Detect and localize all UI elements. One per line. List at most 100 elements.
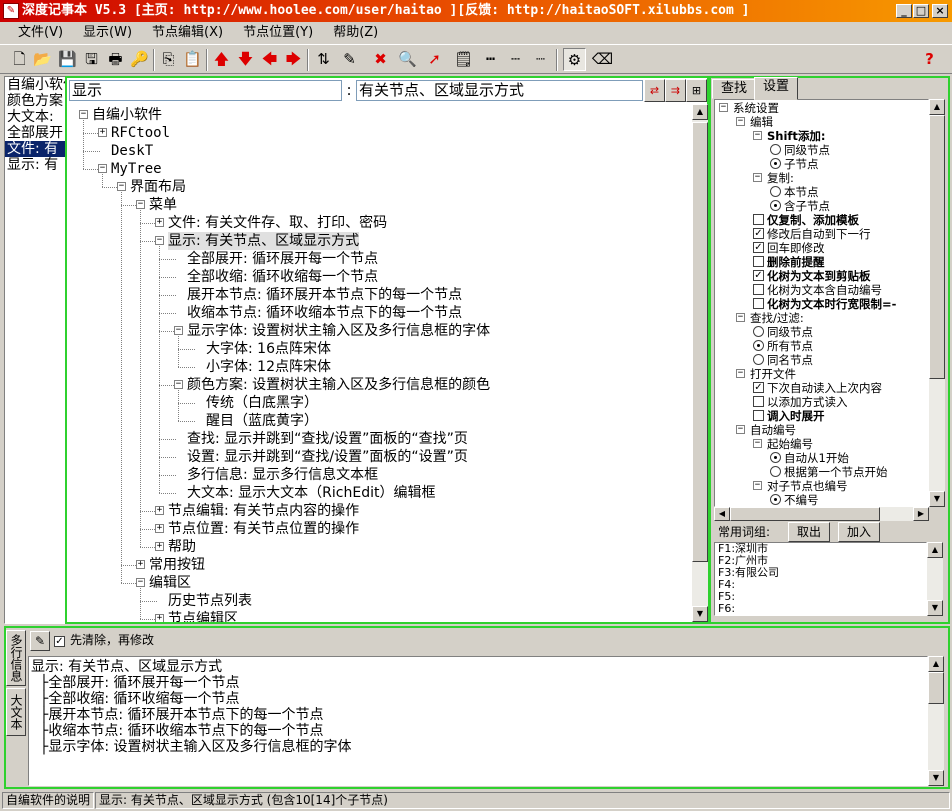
minimize-button[interactable]: _: [896, 4, 912, 18]
tree-node[interactable]: 编辑区: [149, 574, 191, 592]
tree-node[interactable]: 传统（白底黑字）: [206, 394, 318, 412]
scroll-thumb[interactable]: [730, 507, 880, 521]
setting-radio[interactable]: [770, 200, 781, 211]
paste-node-icon[interactable]: 📋: [181, 48, 204, 71]
tree-node[interactable]: RFCtool: [111, 124, 170, 142]
setting-checkbox[interactable]: ✓: [753, 228, 764, 239]
scroll-down-icon[interactable]: ▼: [929, 491, 945, 507]
collapse-icon[interactable]: −: [98, 164, 107, 173]
collapse-icon[interactable]: −: [719, 103, 728, 112]
setting-radio[interactable]: [770, 494, 781, 505]
collapse-icon[interactable]: −: [753, 481, 762, 490]
collapse-icon[interactable]: −: [117, 182, 126, 191]
collapse-icon[interactable]: −: [174, 326, 183, 335]
tree-node[interactable]: 节点编辑: 有关节点内容的操作: [168, 502, 359, 520]
tree-node[interactable]: 节点位置: 有关节点位置的操作: [168, 520, 359, 538]
tree-node[interactable]: 小字体: 12点阵宋体: [206, 358, 331, 376]
tab-settings[interactable]: 设置: [754, 77, 799, 100]
collapse-icon[interactable]: −: [155, 236, 164, 245]
phrases-scrollbar[interactable]: ▲ ▼: [927, 542, 943, 616]
expand-icon[interactable]: +: [98, 128, 107, 137]
setting-checkbox[interactable]: ✓: [753, 382, 764, 393]
tree-node[interactable]: 颜色方案: 设置树状主输入区及多行信息框的颜色: [187, 376, 490, 394]
maximize-button[interactable]: □: [913, 4, 929, 18]
history-item[interactable]: 大文本:: [5, 109, 66, 125]
apply-edit-icon[interactable]: ✎: [30, 631, 50, 651]
collapse-icon[interactable]: −: [736, 425, 745, 434]
menu-file[interactable]: 文件(V): [8, 23, 73, 43]
phrase-item[interactable]: F4:: [718, 579, 926, 591]
setting-checkbox[interactable]: [753, 298, 764, 309]
move-right-icon[interactable]: 🡆: [282, 48, 305, 71]
tree-node[interactable]: 设置: 显示并跳到“查找/设置”面板的“设置”页: [187, 448, 468, 466]
setting-checkbox[interactable]: [753, 284, 764, 295]
tree-node[interactable]: 常用按钮: [149, 556, 205, 574]
help-icon[interactable]: ?: [918, 48, 941, 71]
tree-node[interactable]: 大文本: 显示大文本（RichEdit）编辑框: [187, 484, 435, 502]
add-child-icon[interactable]: ⇉: [665, 79, 686, 102]
tree-node[interactable]: 自编小软件: [92, 106, 162, 124]
phrase-item[interactable]: F5:: [718, 591, 926, 603]
close-button[interactable]: ×: [932, 4, 948, 18]
clear-first-checkbox[interactable]: ✓: [54, 636, 65, 647]
multiline-info-text[interactable]: 显示: 有关节点、区域显示方式 ├全部展开: 循环展开每一个节点 ├全部收缩: …: [28, 656, 928, 786]
collapse-icon[interactable]: −: [736, 313, 745, 322]
setting-checkbox[interactable]: [753, 396, 764, 407]
app-icon[interactable]: ✎: [3, 3, 19, 19]
tree-node[interactable]: 节点编辑区: [168, 610, 238, 622]
expand-icon[interactable]: +: [155, 542, 164, 551]
history-item[interactable]: 全部展开: [5, 125, 66, 141]
setting-radio[interactable]: [770, 186, 781, 197]
scroll-down-icon[interactable]: ▼: [928, 770, 944, 786]
collapse-icon[interactable]: −: [136, 578, 145, 587]
move-down-icon[interactable]: 🡇: [234, 48, 257, 71]
setting-radio[interactable]: [753, 340, 764, 351]
expand-icon[interactable]: +: [155, 614, 164, 622]
save-icon[interactable]: 💾: [56, 48, 79, 71]
history-item[interactable]: 颜色方案: [5, 93, 66, 109]
tree-node[interactable]: 多行信息: 显示多行信息文本框: [187, 466, 378, 484]
take-phrase-button[interactable]: 取出: [788, 522, 831, 542]
menu-node-edit[interactable]: 节点编辑(X): [142, 23, 233, 43]
setting-checkbox[interactable]: ✓: [753, 270, 764, 281]
expand-icon[interactable]: +: [155, 506, 164, 515]
collapse-icon[interactable]: −: [736, 369, 745, 378]
setting-checkbox[interactable]: ✓: [753, 242, 764, 253]
add-phrase-button[interactable]: 加入: [838, 522, 881, 542]
settings-scrollbar[interactable]: ▲ ▼: [929, 99, 945, 507]
setting-radio[interactable]: [770, 144, 781, 155]
tree-node[interactable]: 收缩本节点: 循环收缩本节点下的每一个节点: [187, 304, 462, 322]
expand-icon[interactable]: +: [155, 218, 164, 227]
tree-node[interactable]: 历史节点列表: [168, 592, 252, 610]
line-style-1-icon[interactable]: ┅: [479, 48, 502, 71]
print-icon[interactable]: 🖶: [104, 48, 127, 71]
tree-settings-icon[interactable]: ⚙: [563, 48, 586, 71]
scroll-up-icon[interactable]: ▲: [929, 99, 945, 115]
setting-radio[interactable]: [753, 354, 764, 365]
collapse-icon[interactable]: −: [753, 173, 762, 182]
new-file-icon[interactable]: 🗋: [8, 48, 31, 71]
note-icon[interactable]: 🗒: [452, 48, 475, 71]
tree-node[interactable]: 显示: 有关节点、区域显示方式: [168, 232, 360, 250]
scroll-thumb[interactable]: [929, 115, 945, 379]
setting-radio[interactable]: [770, 466, 781, 477]
collapse-icon[interactable]: −: [753, 131, 762, 140]
setting-radio[interactable]: [770, 452, 781, 463]
tree-node[interactable]: 界面布局: [130, 178, 186, 196]
scroll-up-icon[interactable]: ▲: [928, 656, 944, 672]
scroll-thumb[interactable]: [692, 122, 708, 562]
zoom-icon[interactable]: 🔍: [396, 48, 419, 71]
tab-multiline-info[interactable]: 多行信息: [6, 630, 26, 686]
scroll-down-icon[interactable]: ▼: [692, 606, 708, 622]
tab-big-text[interactable]: 大文本: [6, 688, 26, 736]
settings-hscrollbar[interactable]: ◀ ▶: [714, 507, 929, 521]
line-style-2-icon[interactable]: ┄: [504, 48, 527, 71]
add-sibling-icon[interactable]: ⇄: [644, 79, 665, 102]
setting-checkbox[interactable]: [753, 214, 764, 225]
tree-node[interactable]: 查找: 显示并跳到“查找/设置”面板的“查找”页: [187, 430, 468, 448]
tree-node[interactable]: 全部收缩: 循环收缩每一个节点: [187, 268, 378, 286]
find-key-icon[interactable]: 🔑: [128, 48, 151, 71]
scroll-down-icon[interactable]: ▼: [927, 600, 943, 616]
phrases-list[interactable]: F1:深圳市 F2:广州市 F3:有限公司 F4: F5: F6:: [714, 542, 927, 616]
tree-node[interactable]: MyTree: [111, 160, 162, 178]
